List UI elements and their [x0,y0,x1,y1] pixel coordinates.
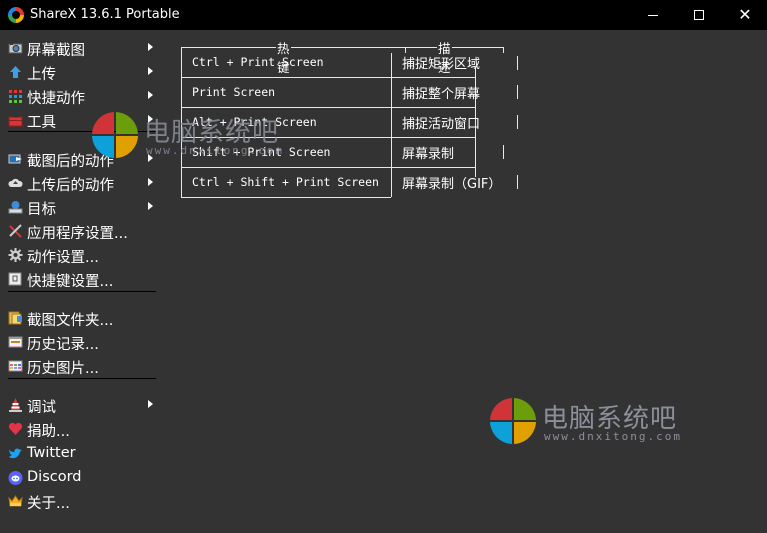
menu-item[interactable]: 截图后的动作 [0,148,165,170]
description-cell: 屏幕录制 [402,147,455,162]
menu-item[interactable]: Twitter [0,443,165,465]
close-icon: ✕ [738,5,752,24]
hotkey-row[interactable]: Ctrl + Print Screen 捕捉矩形区域 [181,47,480,77]
submenu-arrow-icon [148,43,153,51]
menu-item-label: 上传后的动作 [27,178,114,194]
gear-icon [8,248,23,262]
menu-item[interactable]: 屏幕截图 [0,37,165,59]
tools-icon [8,224,23,238]
menu-item-label: 屏幕截图 [27,43,85,59]
menu-item[interactable]: 历史图片... [0,355,165,377]
watermark-url: www.dnxitong.com [146,144,284,157]
submenu-arrow-icon [148,178,153,186]
hotkey-cell: Print Screen [192,85,276,99]
after-capture-icon [8,152,23,166]
traffic-cone-icon [8,398,23,412]
toolbox-icon [8,113,23,127]
minimize-button[interactable] [630,0,676,30]
menu-item[interactable]: 上传后的动作 [0,172,165,194]
menu-item-label: 历史记录... [27,337,99,353]
table-border [181,197,391,198]
watermark-logo-icon [92,112,138,158]
submenu-arrow-icon [148,202,153,210]
menu-item-label: 关于... [27,496,70,512]
heart-icon [8,422,23,436]
menu-item[interactable]: 目标 [0,196,165,218]
menu-item[interactable]: 关于... [0,490,165,512]
close-button[interactable]: ✕ [722,0,767,30]
hotkey-cell: Ctrl + Shift + Print Screen [192,175,379,189]
menu-item[interactable]: 截图文件夹... [0,307,165,329]
keyboard-key-icon [8,272,23,286]
minimize-icon [648,14,658,16]
table-border-fragment [503,145,504,159]
description-cell: 捕捉矩形区域 [402,57,481,72]
table-border-fragment [517,56,518,70]
menu-item[interactable]: 快捷动作 [0,85,165,107]
main-client-area: 屏幕截图上传快捷动作工具截图后的动作上传后的动作 目标应用程序设置... 动作设置.… [0,30,767,533]
discord-icon [8,471,23,485]
menu-item-label: 快捷键设置... [27,274,114,290]
menu-item-label: 截图文件夹... [27,313,114,329]
menu-item[interactable]: 快捷键设置... [0,268,165,290]
table-border-fragment [517,85,518,99]
menu-item-label: 应用程序设置... [27,226,128,242]
table-border-fragment [517,115,518,129]
maximize-button[interactable] [676,0,722,30]
sharex-logo-icon [8,7,24,23]
table-border [503,47,504,53]
menu-item[interactable]: 历史记录... [0,331,165,353]
image-history-icon [8,359,23,373]
window-title: ShareX 13.6.1 Portable [30,7,180,22]
title-bar: ShareX 13.6.1 Portable ✕ [0,0,767,30]
hotkey-row[interactable]: Ctrl + Shift + Print Screen 屏幕录制（GIF） [181,167,501,197]
hotkey-row[interactable]: Print Screen 捕捉整个屏幕 [181,77,480,107]
history-icon [8,335,23,349]
menu-item[interactable]: 捐助... [0,418,165,440]
description-cell: 捕捉整个屏幕 [402,87,481,102]
menu-item-label: Discord [27,469,82,485]
menu-item-label: Twitter [27,445,76,461]
menu-separator [8,378,156,379]
menu-item[interactable]: 调试 [0,394,165,416]
hotkey-cell: Ctrl + Print Screen [192,55,324,69]
watermark-url: www.dnxitong.com [544,430,682,443]
menu-item-label: 上传 [27,67,56,83]
menu-separator [8,291,156,292]
crown-icon [8,494,23,508]
cloud-upload-icon [8,176,23,190]
table-border-fragment [517,175,518,189]
menu-item[interactable]: 应用程序设置... [0,220,165,242]
twitter-icon [8,447,23,461]
menu-item-label: 历史图片... [27,361,99,377]
camera-icon [8,41,23,55]
menu-item[interactable]: 动作设置... [0,244,165,266]
submenu-arrow-icon [148,400,153,408]
description-cell: 屏幕录制（GIF） [402,177,502,192]
destination-icon [8,200,23,214]
menu-item-label: 调试 [27,400,56,416]
menu-item[interactable]: 上传 [0,61,165,83]
menu-item-label: 工具 [27,115,56,131]
submenu-arrow-icon [148,91,153,99]
watermark-logo-icon [490,398,536,444]
folder-icon [8,311,23,325]
menu-item-label: 捐助... [27,424,70,440]
submenu-arrow-icon [148,67,153,75]
menu-item[interactable]: Discord [0,467,165,489]
menu-item-label: 动作设置... [27,250,99,266]
menu-item-label: 目标 [27,202,56,218]
maximize-icon [694,10,704,20]
upload-arrow-icon [8,65,23,79]
description-cell: 捕捉活动窗口 [402,117,481,132]
menu-item-label: 快捷动作 [27,91,85,107]
menu-item[interactable]: 工具 [0,109,165,131]
grid-dots-icon [8,89,23,103]
